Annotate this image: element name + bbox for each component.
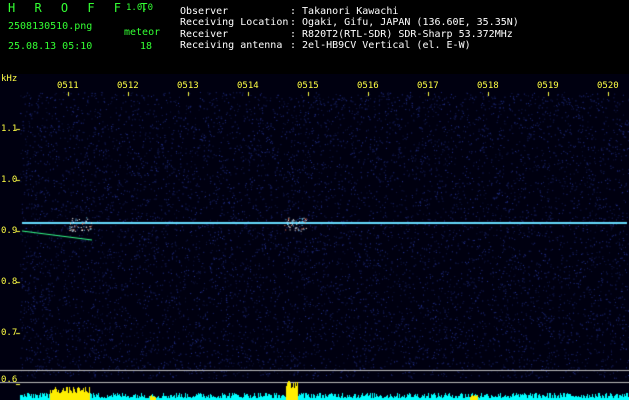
- file-datetime: 25.08.13 05:10: [8, 41, 93, 52]
- x-tick-label: 0519: [537, 81, 559, 91]
- y-tick-label: 0.9: [1, 226, 18, 236]
- file-name: 2508130510.png: [8, 21, 93, 32]
- header-panel: H R O F F T 1.0.0 2508130510.png meteor …: [0, 0, 629, 74]
- y-tick-label: 1.0: [1, 175, 18, 185]
- x-tick-label: 0520: [597, 81, 619, 91]
- info-value-observer: : Takanori Kawachi: [290, 6, 399, 17]
- x-tick-label: 0515: [297, 81, 319, 91]
- y-tick-label: 0.6: [1, 375, 18, 385]
- x-tick-label: 0513: [177, 81, 199, 91]
- info-key-location: Receiving Location: [180, 17, 289, 28]
- x-tick-label: 0516: [357, 81, 379, 91]
- info-key-antenna: Receiving antenna: [180, 40, 283, 51]
- info-key-receiver: Receiver: [180, 29, 229, 40]
- x-tick-label: 0512: [117, 81, 139, 91]
- x-tick-label: 0518: [477, 81, 499, 91]
- info-key-observer: Observer: [180, 6, 229, 17]
- y-axis-unit: kHz: [1, 74, 18, 84]
- info-value-location: : Ogaki, Gifu, JAPAN (136.60E, 35.35N): [290, 17, 519, 28]
- y-tick-label: 0.8: [1, 277, 18, 287]
- x-tick-label: 0517: [417, 81, 439, 91]
- spectrogram-canvas: [0, 74, 629, 400]
- y-tick-label: 1.1: [1, 124, 18, 134]
- info-value-antenna: : 2el-HB9CV Vertical (el. E-W): [290, 40, 471, 51]
- y-tick-label: 0.7: [1, 328, 18, 338]
- x-tick-label: 0514: [237, 81, 259, 91]
- meteor-count: 18: [140, 41, 153, 52]
- app-version: 1.0.0: [126, 3, 154, 13]
- info-value-receiver: : R820T2(RTL-SDR) SDR-Sharp 53.372MHz: [290, 29, 513, 40]
- meteor-label: meteor: [124, 27, 161, 38]
- x-tick-label: 0511: [57, 81, 79, 91]
